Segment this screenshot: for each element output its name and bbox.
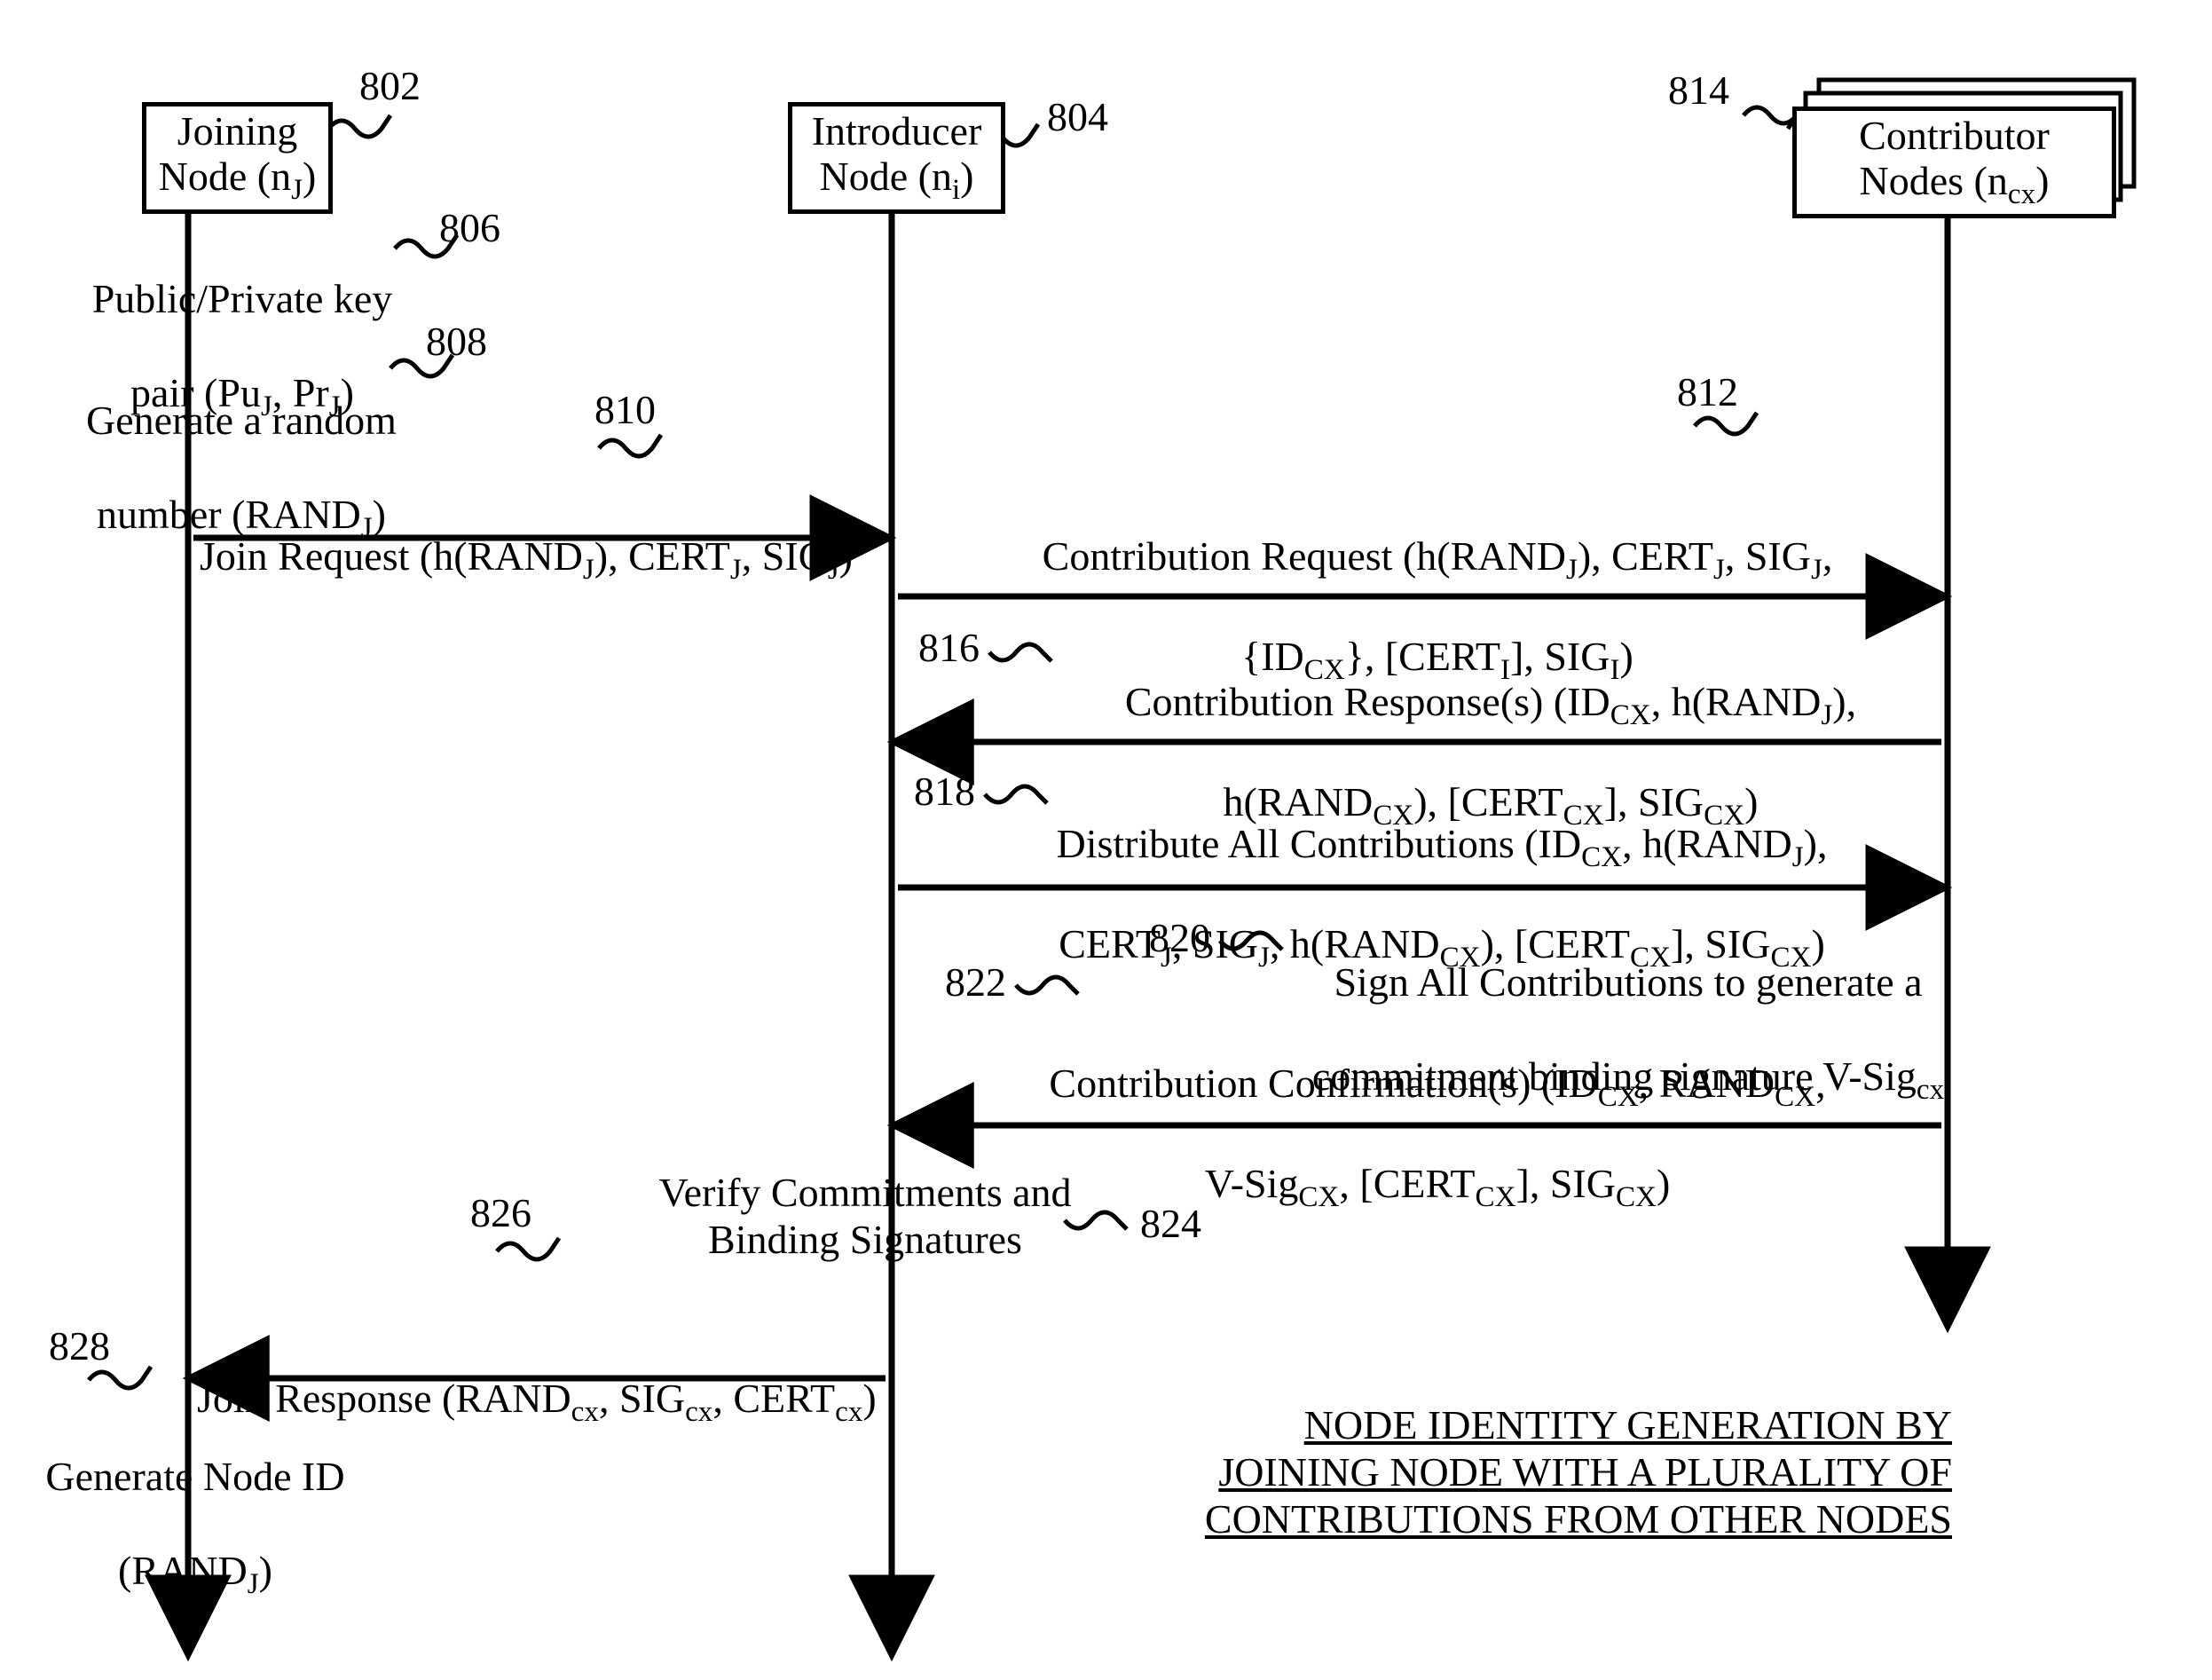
ref-810: 810 — [594, 386, 656, 433]
introducer-node-box: Introducer Node (ni) — [788, 102, 1005, 214]
contributor-nodes-box: Contributor Nodes (ncx) — [1792, 106, 2116, 218]
step-810-text: Join Request (h(RANDJ), CERTJ, SIGJ) — [200, 486, 909, 587]
sequence-diagram: Joining Node (nJ) Introducer Node (ni) C… — [0, 0, 2212, 1680]
ref-826: 826 — [470, 1189, 531, 1236]
ref-802: 802 — [359, 62, 421, 109]
ref-804: 804 — [1047, 93, 1108, 140]
ref-806: 806 — [439, 204, 500, 251]
ref-808: 808 — [426, 318, 487, 365]
step-828-text: Generate Node ID (RANDJ) — [27, 1407, 364, 1601]
ref-828: 828 — [49, 1322, 110, 1369]
diagram-title: NODE IDENTITY GENERATION BY JOINING NODE… — [1153, 1402, 1952, 1543]
ref-814: 814 — [1668, 67, 1729, 114]
contributor-nodes-label: Contributor Nodes (ncx) — [1859, 114, 2050, 210]
introducer-node-label: Introducer Node (ni) — [812, 109, 982, 206]
joining-node-label: Joining Node (nJ) — [159, 109, 317, 206]
joining-node-box: Joining Node (nJ) — [142, 102, 333, 214]
step-824-text: Verify Commitments and Binding Signature… — [630, 1170, 1100, 1264]
ref-812: 812 — [1677, 368, 1738, 415]
